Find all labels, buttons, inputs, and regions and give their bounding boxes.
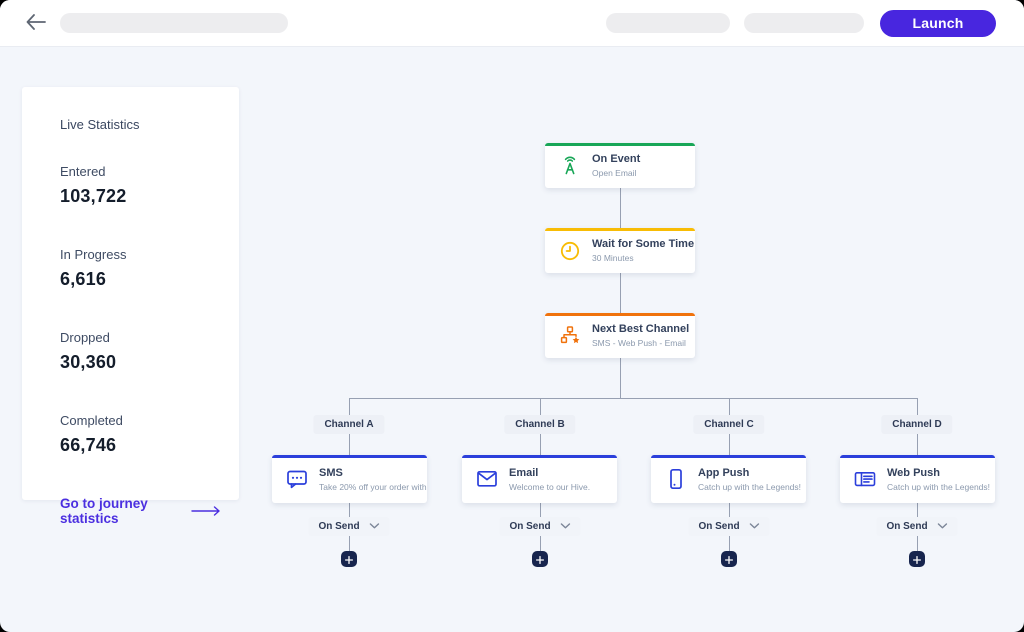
node-accent — [462, 455, 617, 458]
node-subtitle: Take 20% off your order with code ... — [319, 481, 427, 492]
web-push-icon — [853, 467, 877, 491]
node-title: App Push — [698, 466, 750, 479]
app-push-icon — [664, 467, 688, 491]
add-node-button-app-push[interactable] — [720, 551, 737, 567]
node-subtitle: 30 Minutes — [592, 253, 634, 263]
branch-label-channel-a: Channel A — [313, 415, 385, 434]
node-on-event[interactable]: On Event Open Email — [545, 143, 695, 188]
chevron-down-icon — [937, 521, 948, 532]
branch-label-channel-c: Channel C — [693, 415, 765, 434]
toolbar-placeholder-1 — [606, 13, 730, 33]
stat-value: 103,722 — [60, 186, 127, 206]
chevron-down-icon — [560, 521, 571, 532]
branch-label-channel-b: Channel B — [504, 415, 576, 434]
back-button[interactable] — [24, 11, 48, 35]
node-subtitle: Catch up with the Legends! — [698, 481, 802, 492]
stat-in-progress: In Progress 6,616 — [60, 247, 221, 290]
stat-label: Completed — [60, 413, 123, 428]
node-title: Web Push — [887, 466, 940, 479]
clock-icon — [558, 239, 582, 263]
node-title: Email — [509, 466, 539, 479]
connector-trigger-wait — [619, 188, 621, 228]
back-arrow-icon — [26, 13, 46, 33]
node-email[interactable]: Email Welcome to our Hive. — [462, 455, 617, 503]
sms-icon — [285, 467, 309, 491]
node-accent — [545, 143, 695, 146]
stat-label: Entered — [60, 164, 106, 179]
sitemap-star-icon — [558, 324, 582, 348]
launch-button[interactable]: Launch — [880, 9, 996, 37]
plus-icon — [724, 552, 733, 567]
plus-icon — [912, 552, 921, 567]
node-title: Wait for Some Time — [592, 238, 695, 250]
node-wait[interactable]: Wait for Some Time 30 Minutes — [545, 228, 695, 273]
on-send-label: On Send — [698, 521, 740, 532]
long-arrow-right-icon — [191, 504, 221, 519]
add-node-button-web-push[interactable] — [908, 551, 925, 567]
title-placeholder — [60, 13, 288, 33]
node-subtitle: Open Email — [592, 168, 637, 178]
chevron-down-icon — [369, 521, 380, 532]
on-send-dropdown-email[interactable]: On Send — [499, 517, 581, 536]
journey-statistics-link[interactable]: Go to journey statistics — [60, 496, 221, 526]
branch-label-channel-d: Channel D — [881, 415, 953, 434]
node-title: SMS — [319, 466, 343, 479]
on-send-dropdown-sms[interactable]: On Send — [308, 517, 390, 536]
node-app-push[interactable]: App Push Catch up with the Legends! — [651, 455, 806, 503]
add-node-button-sms[interactable] — [341, 551, 357, 567]
antenna-icon — [558, 154, 582, 178]
node-title: Next Best Channel — [592, 323, 690, 335]
stat-entered: Entered 103,722 — [60, 164, 221, 207]
node-sms[interactable]: SMS Take 20% off your order with code ..… — [272, 455, 427, 503]
connector-split-branches — [619, 358, 621, 398]
on-send-dropdown-app-push[interactable]: On Send — [688, 517, 770, 536]
panel-title: Live Statistics — [60, 117, 140, 132]
stat-completed: Completed 66,746 — [60, 413, 221, 456]
live-statistics-panel: Live Statistics Entered 103,722 In Progr… — [22, 87, 239, 526]
stat-label: In Progress — [60, 247, 127, 262]
node-web-push[interactable]: Web Push Catch up with the Legends! — [840, 455, 995, 503]
on-send-dropdown-web-push[interactable]: On Send — [876, 517, 958, 536]
stat-value: 30,360 — [60, 352, 117, 372]
node-title: On Event — [592, 153, 641, 165]
stat-dropped: Dropped 30,360 — [60, 330, 221, 373]
on-send-label: On Send — [318, 521, 360, 532]
node-subtitle: Welcome to our Hive. — [509, 481, 591, 492]
on-send-label: On Send — [509, 521, 551, 532]
journey-statistics-link-label: Go to journey statistics — [60, 496, 148, 526]
connector-wait-split — [619, 273, 621, 313]
node-accent — [545, 313, 695, 316]
node-accent — [651, 455, 806, 458]
plus-icon — [344, 552, 354, 567]
add-node-button-email[interactable] — [531, 551, 548, 567]
app-window: Launch Live Statistics Entered 103,722 I… — [0, 0, 1024, 632]
topbar: Launch — [0, 0, 1024, 46]
node-accent — [272, 455, 427, 458]
stat-value: 6,616 — [60, 269, 107, 289]
toolbar-placeholder-2 — [744, 13, 864, 33]
plus-icon — [535, 552, 544, 567]
stat-value: 66,746 — [60, 435, 117, 455]
stat-label: Dropped — [60, 330, 110, 345]
connector-branch-rail — [349, 397, 917, 399]
email-icon — [475, 467, 499, 491]
node-subtitle: Catch up with the Legends! — [887, 481, 991, 492]
on-send-label: On Send — [886, 521, 928, 532]
node-subtitle: SMS - Web Push - Email — [592, 338, 686, 348]
chevron-down-icon — [749, 521, 760, 532]
node-accent — [545, 228, 695, 231]
node-next-best-channel[interactable]: Next Best Channel SMS - Web Push - Email — [545, 313, 695, 358]
node-accent — [840, 455, 995, 458]
